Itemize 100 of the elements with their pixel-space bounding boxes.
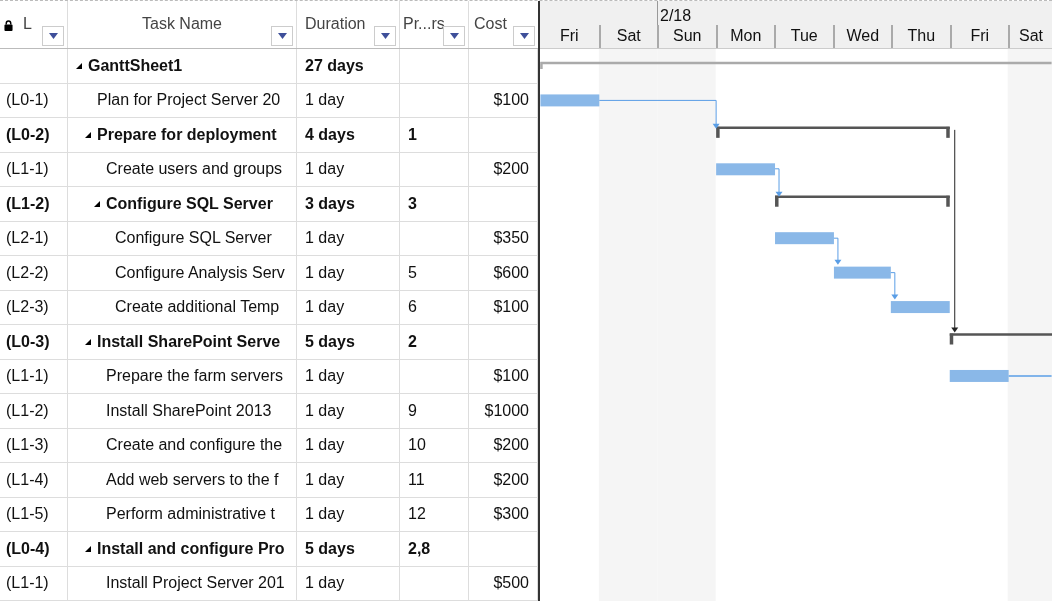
- task-cost: $100: [493, 367, 529, 386]
- day-label: Wed: [846, 27, 880, 46]
- task-predecessors: 11: [408, 470, 425, 489]
- task-duration: 1 day: [305, 436, 345, 455]
- task-bar: [775, 232, 834, 245]
- task-predecessors: 6: [408, 298, 417, 317]
- day-label: Tue: [790, 27, 818, 46]
- task-name: Plan for Project Server 20: [97, 91, 281, 110]
- task-duration: 1 day: [305, 505, 345, 524]
- collapse-triangle-icon[interactable]: [85, 131, 91, 138]
- task-predecessors: 2,8: [408, 539, 431, 558]
- task-cost: $350: [493, 229, 529, 248]
- task-cost: $1000: [484, 401, 529, 420]
- collapse-triangle-icon[interactable]: [85, 338, 91, 345]
- task-level: (L0-3): [6, 332, 50, 351]
- task-name: Prepare for deployment: [97, 125, 277, 144]
- filter-dropdown-button[interactable]: [374, 26, 396, 46]
- task-level: (L2-3): [6, 298, 49, 317]
- task-cost: $100: [493, 298, 529, 317]
- task-cost: $200: [493, 470, 529, 489]
- task-name: Configure SQL Server: [106, 194, 273, 213]
- task-predecessors: 5: [408, 263, 417, 282]
- caret-icon: [277, 33, 287, 39]
- task-predecessors: 3: [408, 194, 417, 213]
- task-duration: 1 day: [305, 367, 345, 386]
- dependency-arrow: [890, 272, 899, 300]
- task-duration: 1 day: [305, 263, 345, 282]
- task-name: Install and configure Pro: [97, 539, 285, 558]
- day-label: Sun: [673, 27, 702, 46]
- column-header[interactable]: Pr...rs: [403, 15, 445, 33]
- task-duration: 27 days: [305, 56, 364, 75]
- collapse-triangle-icon[interactable]: [85, 545, 91, 552]
- task-duration: 1 day: [305, 160, 345, 179]
- task-name: Create users and groups: [106, 160, 283, 179]
- task-bar: [949, 369, 1009, 382]
- task-duration: 1 day: [305, 91, 345, 110]
- collapse-triangle-icon[interactable]: [94, 200, 100, 207]
- task-cost: $100: [493, 91, 529, 110]
- filter-dropdown-button[interactable]: [42, 26, 64, 46]
- column-header[interactable]: Duration: [305, 15, 366, 33]
- day-label: Fri: [970, 27, 990, 46]
- task-bar: [716, 163, 776, 176]
- task-name: Install Project Server 201: [106, 574, 285, 593]
- task-level: (L2-2): [6, 263, 49, 282]
- day-label: Thu: [907, 27, 936, 46]
- caret-icon: [519, 33, 529, 39]
- filter-dropdown-button[interactable]: [271, 26, 293, 46]
- task-name: Configure Analysis Serv: [115, 263, 285, 282]
- caret-icon: [380, 33, 390, 39]
- task-duration: 5 days: [305, 332, 355, 351]
- column-header[interactable]: Task Name: [142, 15, 222, 33]
- task-duration: 1 day: [305, 470, 345, 489]
- day-label: Sat: [616, 27, 641, 46]
- task-predecessors: 10: [408, 436, 426, 455]
- week-label: 2/18: [660, 7, 692, 25]
- task-name: Create and configure the: [106, 436, 283, 455]
- task-duration: 1 day: [305, 229, 345, 248]
- column-header[interactable]: L: [23, 15, 32, 33]
- task-predecessors: 12: [408, 505, 426, 524]
- task-name: Configure SQL Server: [115, 229, 272, 248]
- task-name: Install SharePoint Serve: [97, 332, 281, 351]
- task-duration: 1 day: [305, 298, 345, 317]
- filter-dropdown-button[interactable]: [513, 26, 535, 46]
- task-bar: [540, 94, 600, 107]
- task-cost: $600: [493, 263, 529, 282]
- task-name: Create additional Temp: [115, 298, 280, 317]
- task-cost: $500: [493, 574, 529, 593]
- task-bar: [890, 301, 950, 313]
- task-level: (L1-5): [6, 505, 49, 524]
- task-level: (L2-1): [6, 229, 49, 248]
- task-level: (L1-1): [6, 160, 49, 179]
- dependency-arrow: [833, 237, 842, 265]
- column-header[interactable]: Cost: [474, 15, 507, 33]
- task-level: (L1-1): [6, 574, 49, 593]
- task-predecessors: 1: [408, 125, 417, 144]
- day-label: Fri: [559, 27, 579, 46]
- task-predecessors: 2: [408, 332, 417, 351]
- task-name: Prepare the farm servers: [106, 367, 283, 386]
- task-duration: 5 days: [305, 539, 355, 558]
- task-bar: [833, 266, 891, 279]
- task-level: (L0-2): [6, 125, 50, 144]
- task-name: Install SharePoint 2013: [106, 401, 272, 420]
- task-duration: 1 day: [305, 574, 345, 593]
- day-label: Mon: [730, 27, 762, 46]
- task-duration: 3 days: [305, 194, 355, 213]
- task-cost: $300: [493, 505, 529, 524]
- dependency-arrow: [774, 168, 783, 197]
- collapse-triangle-icon[interactable]: [76, 62, 82, 69]
- caret-icon: [48, 33, 58, 39]
- filter-dropdown-button[interactable]: [443, 26, 465, 46]
- task-level: (L1-2): [6, 194, 50, 213]
- caret-icon: [449, 33, 459, 39]
- lock-icon: [4, 20, 13, 31]
- task-cost: $200: [493, 436, 529, 455]
- task-level: (L1-2): [6, 401, 49, 420]
- task-level: (L1-4): [6, 470, 49, 489]
- task-duration: 1 day: [305, 401, 345, 420]
- task-predecessors: 9: [408, 401, 417, 420]
- task-level: (L0-4): [6, 539, 50, 558]
- task-name: Perform administrative t: [106, 505, 275, 524]
